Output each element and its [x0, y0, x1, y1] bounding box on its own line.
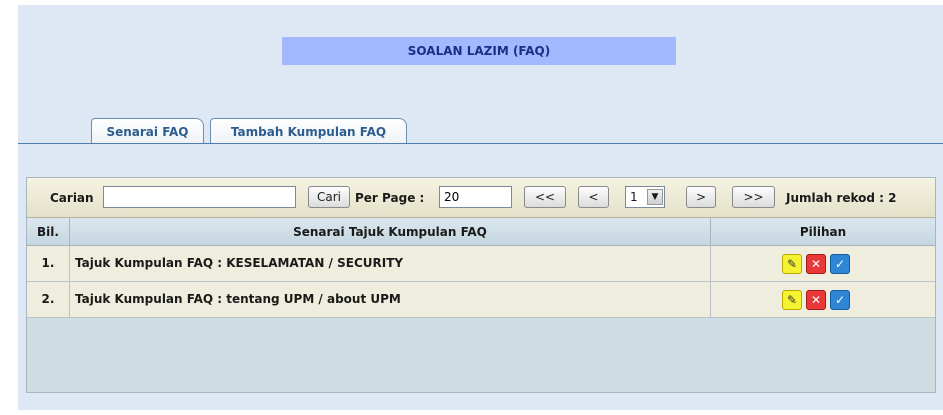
row-title: Tajuk Kumpulan FAQ : tentang UPM / about…: [70, 282, 711, 317]
tab-senarai-faq[interactable]: Senarai FAQ: [91, 118, 204, 144]
per-page-input[interactable]: [439, 186, 512, 208]
row-number: 1.: [27, 246, 70, 281]
search-button[interactable]: Cari: [308, 186, 350, 208]
row-number: 2.: [27, 282, 70, 317]
prev-page-button[interactable]: <: [578, 186, 609, 208]
search-input[interactable]: [103, 186, 296, 208]
first-page-button[interactable]: <<: [524, 186, 566, 208]
check-icon[interactable]: ✓: [830, 254, 850, 274]
record-count: Jumlah rekod : 2: [786, 191, 897, 205]
check-icon[interactable]: ✓: [830, 290, 850, 310]
table-row: 2. Tajuk Kumpulan FAQ : tentang UPM / ab…: [27, 282, 935, 318]
header-bil: Bil.: [27, 218, 70, 246]
page-select[interactable]: 1 ▼: [625, 186, 665, 208]
page-title: SOALAN LAZIM (FAQ): [282, 37, 676, 65]
tab-tambah-kumpulan-faq[interactable]: Tambah Kumpulan FAQ: [210, 118, 407, 144]
header-actions: Pilihan: [711, 218, 935, 246]
close-icon[interactable]: ✕: [806, 290, 826, 310]
row-title: Tajuk Kumpulan FAQ : KESELAMATAN / SECUR…: [70, 246, 711, 281]
wrench-icon[interactable]: ✎: [782, 290, 802, 310]
next-page-button[interactable]: >: [686, 186, 716, 208]
table-row: 1. Tajuk Kumpulan FAQ : KESELAMATAN / SE…: [27, 246, 935, 282]
faq-group-table: Carian Cari Per Page : << < 1 ▼ > >> Jum…: [26, 177, 936, 393]
last-page-button[interactable]: >>: [732, 186, 775, 208]
search-label: Carian: [50, 191, 94, 205]
table-toolbar: Carian Cari Per Page : << < 1 ▼ > >> Jum…: [27, 178, 935, 218]
wrench-icon[interactable]: ✎: [782, 254, 802, 274]
chevron-down-icon: ▼: [647, 189, 663, 205]
content-panel: SOALAN LAZIM (FAQ) Senarai FAQ Tambah Ku…: [18, 5, 943, 410]
close-icon[interactable]: ✕: [806, 254, 826, 274]
page-select-value: 1: [630, 190, 638, 204]
header-title: Senarai Tajuk Kumpulan FAQ: [70, 218, 711, 246]
per-page-label: Per Page :: [355, 191, 425, 205]
tab-divider: [18, 143, 943, 144]
